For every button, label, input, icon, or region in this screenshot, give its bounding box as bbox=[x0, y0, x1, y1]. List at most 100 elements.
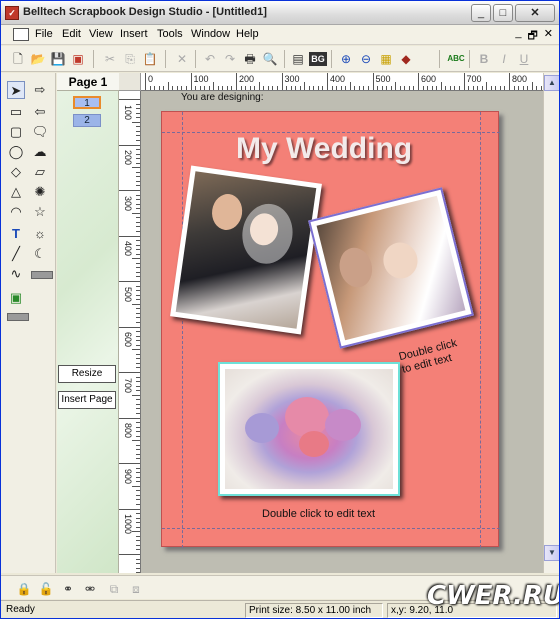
ruler-left-label: 700 bbox=[123, 377, 133, 393]
send-back-icon[interactable]: ⧈ bbox=[127, 580, 145, 598]
ruler-minor-tick bbox=[136, 180, 140, 182]
photo-caption-text[interactable]: Double click to edit text bbox=[398, 337, 462, 377]
scroll-up-icon[interactable]: ▲ bbox=[544, 75, 559, 91]
page-thumbnail-1[interactable]: 1 bbox=[73, 96, 101, 109]
undo-icon[interactable]: ↶ bbox=[201, 50, 219, 68]
bring-front-icon[interactable]: ⧉ bbox=[105, 580, 123, 598]
parallelogram-tool-icon[interactable]: ▱ bbox=[31, 163, 49, 181]
rectangle-tool-icon[interactable]: ▭ bbox=[7, 103, 25, 121]
ruler-minor-tick bbox=[136, 344, 140, 346]
arrow-shape-icon[interactable]: ⇨ bbox=[31, 81, 49, 99]
couple-embrace-photo[interactable] bbox=[308, 187, 474, 349]
page-thumbnail-2[interactable]: 2 bbox=[73, 114, 101, 127]
paste-icon[interactable]: 📋 bbox=[141, 50, 159, 68]
menu-insert[interactable]: Insert bbox=[120, 28, 148, 40]
margin-guide-bottom bbox=[162, 528, 500, 529]
delete-icon[interactable]: ✕ bbox=[173, 50, 191, 68]
app-icon[interactable]: ✓ bbox=[5, 6, 19, 20]
ruler-minor-tick bbox=[449, 86, 451, 90]
document-icon[interactable] bbox=[13, 28, 29, 41]
menu-tools[interactable]: Tools bbox=[157, 28, 183, 40]
open-icon[interactable]: 📂 bbox=[29, 50, 47, 68]
mdi-minimize-button[interactable]: _ bbox=[515, 27, 521, 46]
menu-view[interactable]: View bbox=[89, 28, 113, 40]
title-bar[interactable]: ✓ Belltech Scrapbook Design Studio - [Un… bbox=[1, 1, 559, 25]
toolbox-collapse-handle[interactable] bbox=[7, 313, 29, 321]
freeform-tool-icon[interactable]: ◠ bbox=[7, 203, 25, 221]
ruler-minor-tick bbox=[136, 240, 140, 242]
status-print-size: Print size: 8.50 x 11.00 inch bbox=[245, 603, 383, 618]
triangle-tool-icon[interactable]: △ bbox=[7, 183, 25, 201]
menu-edit[interactable]: Edit bbox=[62, 28, 81, 40]
ruler-minor-tick bbox=[136, 112, 140, 114]
spellcheck-icon[interactable]: ABC bbox=[447, 50, 465, 68]
background-icon[interactable]: BG bbox=[309, 52, 327, 66]
text-tool-icon[interactable]: T bbox=[7, 225, 25, 243]
pointer-tool-icon[interactable]: ➤ bbox=[7, 81, 25, 99]
mdi-restore-button[interactable]: 🗗 bbox=[527, 27, 537, 46]
page-setup-icon[interactable]: ▤ bbox=[289, 50, 307, 68]
cloud-callout-icon[interactable]: ☁ bbox=[31, 143, 49, 161]
group-icon[interactable]: ⚭ bbox=[59, 580, 77, 598]
bouquet-photo[interactable] bbox=[218, 362, 400, 496]
library-icon[interactable]: ◆ bbox=[397, 50, 415, 68]
ruler-left-label: 900 bbox=[123, 468, 133, 484]
callout-tool-icon[interactable]: 🗨 bbox=[31, 123, 49, 141]
design-canvas[interactable]: You are designing: My Wedding Double cli… bbox=[141, 91, 543, 573]
maximize-button[interactable]: □ bbox=[493, 4, 513, 22]
curve-tool-icon[interactable]: ∿ bbox=[7, 265, 25, 283]
page-heading-text[interactable]: My Wedding bbox=[236, 132, 412, 166]
ruler-corner[interactable] bbox=[119, 73, 141, 91]
scroll-down-icon[interactable]: ▼ bbox=[544, 545, 559, 561]
underline-icon[interactable]: U bbox=[515, 50, 533, 68]
ruler-minor-tick bbox=[136, 290, 140, 292]
image-tool-icon[interactable]: ▣ bbox=[7, 289, 25, 307]
ruler-minor-tick bbox=[136, 412, 140, 414]
line-tool-icon[interactable]: ╱ bbox=[7, 245, 25, 263]
insert-page-button[interactable]: Insert Page bbox=[58, 391, 116, 409]
menu-help[interactable]: Help bbox=[236, 28, 259, 40]
ruler-minor-tick bbox=[422, 86, 424, 90]
ruler-major-tick bbox=[418, 73, 419, 90]
ruler-major-tick bbox=[119, 281, 140, 282]
grid-icon[interactable]: ▦ bbox=[377, 50, 395, 68]
sun-tool-icon[interactable]: ☼ bbox=[31, 225, 49, 243]
minimize-button[interactable]: _ bbox=[471, 4, 491, 22]
print-preview-icon[interactable]: 🔍 bbox=[261, 50, 279, 68]
cut-icon[interactable]: ✂ bbox=[101, 50, 119, 68]
zoom-out-icon[interactable]: ⊖ bbox=[357, 50, 375, 68]
resize-button[interactable]: Resize bbox=[58, 365, 116, 383]
star-tool-icon[interactable]: ☆ bbox=[31, 203, 49, 221]
ungroup-icon[interactable]: ⚮ bbox=[81, 580, 99, 598]
mdi-close-button[interactable]: ✕ bbox=[544, 27, 553, 46]
menu-window[interactable]: Window bbox=[191, 28, 230, 40]
ruler-minor-tick bbox=[363, 86, 365, 90]
moon-tool-icon[interactable]: ☾ bbox=[31, 245, 49, 263]
copy-icon[interactable]: ⎘ bbox=[121, 50, 139, 68]
rounded-rect-tool-icon[interactable]: ▢ bbox=[7, 123, 25, 141]
save-icon[interactable]: 💾 bbox=[49, 50, 67, 68]
ruler-major-tick bbox=[327, 73, 328, 90]
diamond-tool-icon[interactable]: ◇ bbox=[7, 163, 25, 181]
wedding-couple-photo[interactable] bbox=[170, 165, 322, 335]
redo-icon[interactable]: ↷ bbox=[221, 50, 239, 68]
toolbox-expand-handle[interactable] bbox=[31, 271, 53, 279]
bold-icon[interactable]: B bbox=[475, 50, 493, 68]
zoom-in-icon[interactable]: ⊕ bbox=[337, 50, 355, 68]
left-arrow-shape-icon[interactable]: ⇦ bbox=[31, 103, 49, 121]
vertical-scrollbar[interactable]: ▲ ▼ bbox=[543, 73, 559, 573]
pdf-icon[interactable]: ▣ bbox=[69, 50, 87, 68]
ruler-minor-tick bbox=[158, 86, 160, 90]
ruler-minor-tick bbox=[431, 86, 433, 90]
italic-icon[interactable]: I bbox=[495, 50, 513, 68]
scrapbook-page[interactable]: My Wedding Double click to edit text Dou… bbox=[161, 111, 500, 548]
menu-file[interactable]: File bbox=[35, 28, 53, 40]
print-icon[interactable]: 🖶 bbox=[241, 50, 259, 68]
burst-tool-icon[interactable]: ✺ bbox=[31, 183, 49, 201]
close-button[interactable]: ✕ bbox=[515, 4, 555, 22]
unlock-icon[interactable]: 🔓 bbox=[37, 580, 55, 598]
ellipse-tool-icon[interactable]: ◯ bbox=[7, 143, 25, 161]
new-icon[interactable]: 🗋 bbox=[9, 50, 27, 68]
bottom-caption-text[interactable]: Double click to edit text bbox=[262, 508, 375, 520]
lock-icon[interactable]: 🔒 bbox=[15, 580, 33, 598]
